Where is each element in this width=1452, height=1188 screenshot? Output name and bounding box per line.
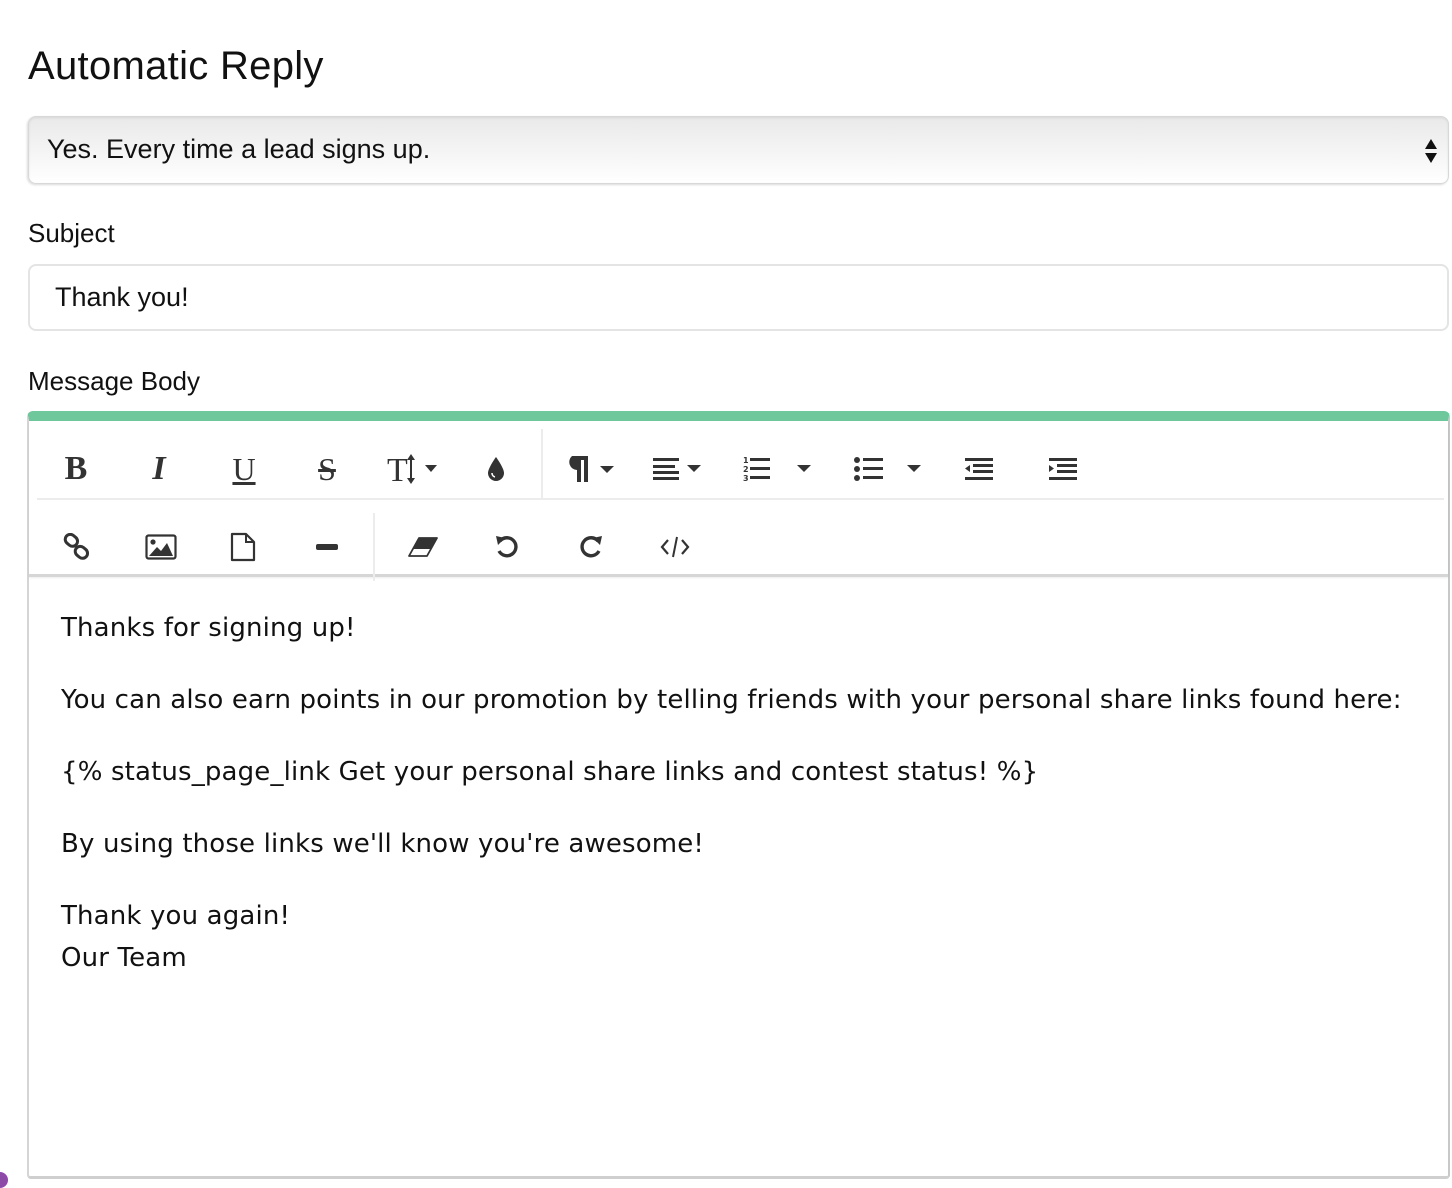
insert-link-button[interactable] bbox=[57, 517, 97, 577]
ordered-list-icon: 1 2 3 bbox=[743, 456, 811, 483]
body-paragraph: Thanks for signing up! bbox=[61, 613, 356, 643]
body-paragraph: You can also earn points in our promotio… bbox=[61, 685, 1402, 715]
signature-line: Our Team bbox=[61, 943, 187, 973]
underline-button[interactable]: U bbox=[219, 439, 269, 499]
color-drop-icon bbox=[488, 457, 504, 481]
outdent-button[interactable] bbox=[957, 439, 1001, 499]
subject-input[interactable] bbox=[28, 264, 1449, 331]
redo-button[interactable] bbox=[571, 517, 611, 577]
svg-text:T: T bbox=[387, 452, 408, 487]
outdent-icon bbox=[965, 458, 993, 480]
link-icon bbox=[63, 533, 90, 560]
strikethrough-button[interactable]: S bbox=[302, 439, 352, 499]
indent-button[interactable] bbox=[1041, 439, 1085, 499]
ordered-list-button[interactable]: 1 2 3 bbox=[739, 439, 819, 499]
insert-file-button[interactable] bbox=[223, 517, 263, 577]
indent-icon bbox=[1049, 458, 1077, 480]
image-icon bbox=[145, 534, 177, 560]
paragraph-icon bbox=[569, 456, 614, 482]
body-paragraph: By using those links we'll know you're a… bbox=[61, 829, 704, 859]
clear-formatting-button[interactable] bbox=[401, 517, 445, 577]
horizontal-rule-icon bbox=[316, 544, 338, 550]
text-color-button[interactable] bbox=[479, 439, 513, 499]
closing-line: Thank you again! bbox=[61, 901, 291, 931]
toolbar-row-divider bbox=[37, 498, 1444, 500]
bold-button[interactable]: B bbox=[51, 439, 101, 499]
automatic-reply-selected-value: Yes. Every time a lead signs up. bbox=[47, 134, 431, 164]
rich-text-editor: B I U S T 1 2 3 Thanks for signing up! Y… bbox=[27, 411, 1450, 1179]
decorative-corner bbox=[0, 1172, 8, 1188]
svg-text:2: 2 bbox=[743, 465, 749, 474]
undo-button[interactable] bbox=[487, 517, 527, 577]
insert-image-button[interactable] bbox=[139, 517, 183, 577]
eraser-icon bbox=[408, 537, 438, 557]
strikethrough-icon: S bbox=[318, 450, 336, 487]
horizontal-rule-button[interactable] bbox=[307, 517, 347, 577]
automatic-reply-select[interactable]: Yes. Every time a lead signs up. bbox=[28, 116, 1449, 184]
bold-icon: B bbox=[64, 450, 88, 487]
italic-icon: I bbox=[152, 450, 166, 487]
svg-text:1: 1 bbox=[743, 456, 749, 465]
message-body-label: Message Body bbox=[28, 366, 200, 396]
subject-label: Subject bbox=[28, 218, 115, 248]
redo-icon bbox=[580, 536, 602, 558]
body-paragraph: {% status_page_link Get your personal sh… bbox=[61, 757, 1039, 787]
font-size-button[interactable]: T bbox=[384, 439, 446, 499]
editor-toolbar: B I U S T 1 2 3 bbox=[29, 421, 1448, 581]
align-left-icon bbox=[653, 458, 701, 480]
underline-icon: U bbox=[232, 450, 256, 487]
align-button[interactable] bbox=[649, 439, 709, 499]
page-title: Automatic Reply bbox=[28, 44, 324, 88]
code-icon bbox=[660, 536, 690, 558]
message-body-editor[interactable]: Thanks for signing up! You can also earn… bbox=[29, 577, 1448, 1176]
undo-icon bbox=[496, 536, 518, 558]
paragraph-format-button[interactable] bbox=[567, 439, 623, 499]
unordered-list-icon bbox=[854, 457, 921, 481]
toolbar-separator bbox=[541, 429, 543, 499]
toolbar-separator bbox=[373, 513, 375, 581]
italic-button[interactable]: I bbox=[134, 439, 184, 499]
body-closing: Thank you again! Our Team bbox=[61, 895, 1416, 979]
code-view-button[interactable] bbox=[655, 517, 695, 577]
select-arrows-icon bbox=[1425, 139, 1437, 163]
file-icon bbox=[230, 532, 256, 562]
svg-text:3: 3 bbox=[743, 474, 749, 483]
unordered-list-button[interactable] bbox=[849, 439, 929, 499]
text-height-icon: T bbox=[387, 452, 437, 487]
